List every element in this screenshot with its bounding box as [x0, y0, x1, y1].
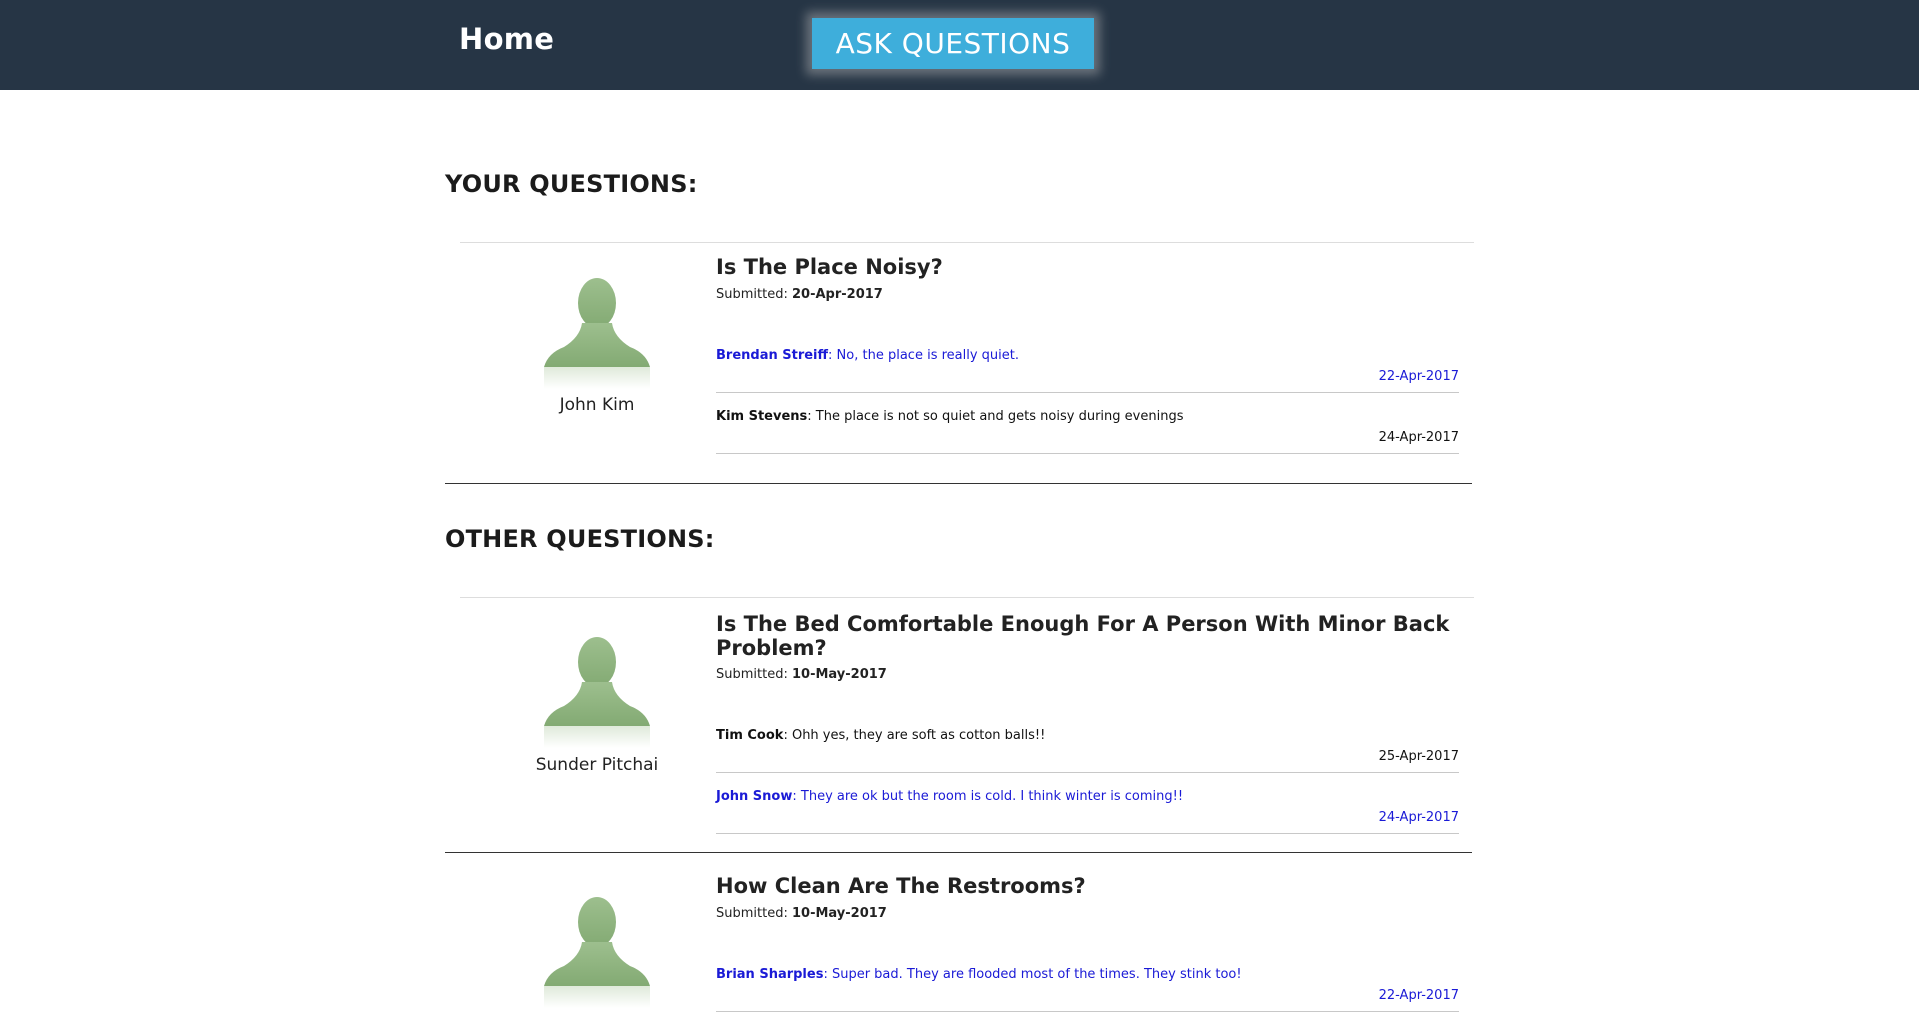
- answer-item: Brian Sharples: Super bad. They are floo…: [716, 967, 1459, 1012]
- submitted-date: 10-May-2017: [791, 667, 887, 682]
- ask-questions-button[interactable]: ASK QUESTIONS: [812, 18, 1094, 69]
- answer-body: : Ohh yes, they are soft as cotton balls…: [783, 728, 1046, 743]
- submitted-date: 10-May-2017: [791, 906, 887, 921]
- home-link[interactable]: Home: [459, 22, 554, 56]
- answer-body: : They are ok but the room is cold. I th…: [792, 789, 1184, 804]
- submitted-line: Submitted: 10-May-2017: [716, 667, 887, 682]
- divider: [460, 242, 1474, 243]
- submitted-line: Submitted: 10-May-2017: [716, 906, 887, 921]
- user-silhouette-icon: [542, 634, 652, 754]
- answer-date: 25-Apr-2017: [1378, 749, 1459, 764]
- answer-author: John Snow: [716, 789, 793, 804]
- submitted-line: Submitted: 20-Apr-2017: [716, 287, 883, 302]
- answer-date: 22-Apr-2017: [1378, 988, 1459, 1003]
- answer-text: Brian Sharples: Super bad. They are floo…: [716, 967, 1242, 982]
- answer-text: Tim Cook: Ohh yes, they are soft as cott…: [716, 728, 1045, 743]
- answer-author: Brendan Streiff: [716, 348, 829, 363]
- answer-author: Kim Stevens: [716, 409, 808, 424]
- answer-body: : Super bad. They are flooded most of th…: [823, 967, 1242, 982]
- question-title[interactable]: Is The Place Noisy?: [716, 255, 1459, 279]
- answer-item: Tim Cook: Ohh yes, they are soft as cott…: [716, 728, 1459, 773]
- answer-author: Brian Sharples: [716, 967, 824, 982]
- other-questions-heading: OTHER QUESTIONS:: [445, 525, 715, 553]
- question-title[interactable]: How Clean Are The Restrooms?: [716, 874, 1459, 898]
- answer-item: Kim Stevens: The place is not so quiet a…: [716, 409, 1459, 454]
- submitted-label: Submitted:: [716, 287, 788, 302]
- submitted-label: Submitted:: [716, 906, 788, 921]
- answer-item: Brendan Streiff: No, the place is really…: [716, 348, 1459, 393]
- answer-body: : The place is not so quiet and gets noi…: [807, 409, 1184, 424]
- top-navbar: Home ASK QUESTIONS: [0, 0, 1919, 90]
- answer-text: John Snow: They are ok but the room is c…: [716, 789, 1183, 804]
- question-title[interactable]: Is The Bed Comfortable Enough For A Pers…: [716, 612, 1459, 660]
- answer-item: John Snow: They are ok but the room is c…: [716, 789, 1459, 834]
- asker-name: John Kim: [559, 395, 635, 415]
- answer-author: Tim Cook: [716, 728, 784, 743]
- asker-name: Sunder Pitchai: [535, 755, 659, 775]
- user-silhouette-icon: [542, 275, 652, 395]
- submitted-label: Submitted:: [716, 667, 788, 682]
- section-divider: [445, 483, 1472, 484]
- answer-date: 22-Apr-2017: [1378, 369, 1459, 384]
- answer-text: Kim Stevens: The place is not so quiet a…: [716, 409, 1183, 424]
- question-divider: [445, 852, 1472, 853]
- answer-text: Brendan Streiff: No, the place is really…: [716, 348, 1019, 363]
- user-silhouette-icon: [542, 894, 652, 1014]
- your-questions-heading: YOUR QUESTIONS:: [445, 170, 698, 198]
- answer-body: : No, the place is really quiet.: [828, 348, 1019, 363]
- divider: [460, 597, 1474, 598]
- answer-date: 24-Apr-2017: [1378, 430, 1459, 445]
- answer-date: 24-Apr-2017: [1378, 810, 1459, 825]
- submitted-date: 20-Apr-2017: [791, 287, 883, 302]
